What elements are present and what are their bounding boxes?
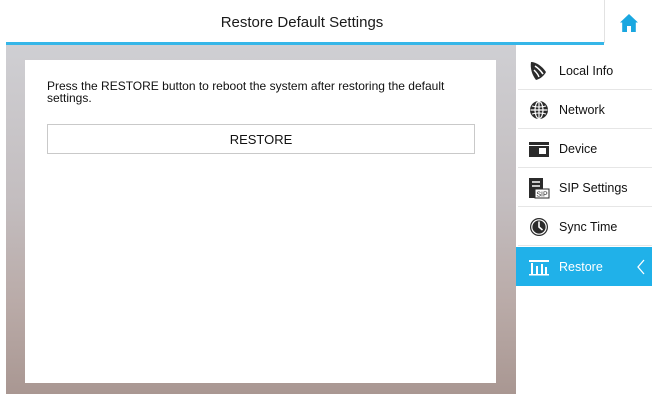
sidebar: Local Info Network Device SIP SIP Settin…	[516, 45, 652, 394]
svg-text:SIP: SIP	[536, 192, 548, 199]
device-icon	[528, 138, 550, 160]
sidebar-item-label: Local Info	[559, 63, 614, 78]
sidebar-item-device[interactable]: Device	[516, 129, 652, 168]
chevron-left-icon	[637, 259, 645, 275]
restore-icon	[528, 256, 550, 278]
sidebar-item-sip-settings[interactable]: SIP SIP Settings	[516, 168, 652, 207]
clock-icon	[528, 216, 550, 238]
header-divider	[604, 0, 605, 43]
page-title: Restore Default Settings	[220, 14, 384, 31]
local-info-icon	[528, 60, 550, 82]
divider	[518, 245, 652, 246]
home-button[interactable]	[614, 9, 644, 37]
restore-description: Press the RESTORE button to reboot the s…	[47, 79, 445, 105]
sidebar-item-label: SIP Settings	[559, 180, 628, 195]
sidebar-item-restore[interactable]: Restore	[516, 247, 652, 286]
sidebar-item-network[interactable]: Network	[516, 90, 652, 129]
main-content: Press the RESTORE button to reboot the s…	[6, 45, 516, 394]
sip-settings-icon: SIP	[528, 177, 550, 199]
sidebar-item-label: Restore	[559, 259, 603, 274]
restore-button[interactable]: RESTORE	[47, 124, 475, 154]
sidebar-item-local-info[interactable]: Local Info	[516, 51, 652, 90]
header-bar: Restore Default Settings	[0, 0, 652, 45]
sidebar-item-label: Network	[559, 102, 605, 117]
sidebar-item-label: Sync Time	[559, 219, 618, 234]
sidebar-item-label: Device	[559, 141, 598, 156]
sidebar-item-sync-time[interactable]: Sync Time	[516, 207, 652, 246]
globe-icon	[528, 99, 550, 121]
restore-panel: Press the RESTORE button to reboot the s…	[25, 60, 496, 383]
home-icon	[620, 14, 638, 32]
